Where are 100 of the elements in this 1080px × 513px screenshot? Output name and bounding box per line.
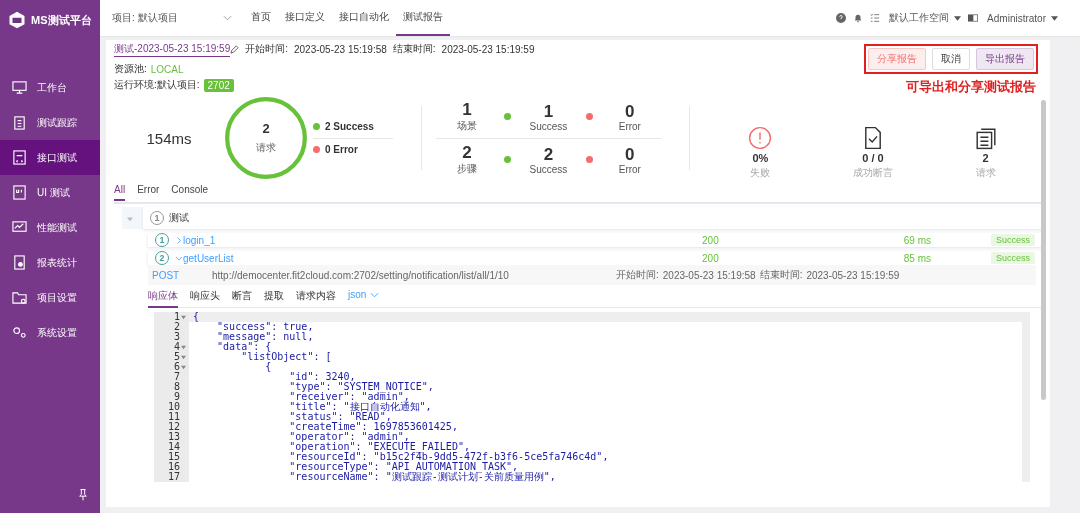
- end-time: 2023-05-23 15:19:59: [806, 269, 900, 281]
- line-number: 15: [167, 452, 180, 462]
- result-tab[interactable]: All: [114, 184, 126, 201]
- response-tab[interactable]: 响应体: [148, 289, 178, 308]
- task-list-icon[interactable]: [870, 13, 881, 23]
- code-line: "id": 3240,: [288, 372, 356, 382]
- start-time-label: 开始时间:: [245, 42, 288, 56]
- env-label: 运行环境:默认项目:: [114, 78, 200, 92]
- line-number: 7: [173, 372, 180, 382]
- code-line: "data": {: [216, 342, 272, 352]
- code-line: "type": "SYSTEM_NOTICE",: [288, 382, 434, 392]
- line-number: 3: [173, 332, 180, 342]
- chevron-icon: [370, 291, 380, 298]
- response-tab[interactable]: 请求内容: [296, 289, 336, 306]
- language-icon[interactable]: [968, 13, 979, 23]
- action-button[interactable]: 取消: [932, 48, 970, 70]
- project-select[interactable]: 项目: 默认项目: [112, 11, 232, 25]
- menu-icon: [12, 255, 27, 270]
- sidebar-item[interactable]: 报表统计: [0, 245, 100, 280]
- annotation-text: 可导出和分享测试报告: [906, 78, 1036, 96]
- count-label: 步骤: [457, 162, 478, 176]
- caret-icon: [223, 15, 232, 21]
- code-line: "resourceName": "测试跟踪-测试计划-关前质量用例",: [288, 472, 556, 482]
- sidebar-item[interactable]: UI 测试: [0, 175, 100, 210]
- line-number: 12: [167, 422, 180, 432]
- legend-text: 2 Success: [325, 121, 374, 132]
- status-code: 200: [702, 234, 719, 246]
- nav-tab[interactable]: 接口定义: [278, 0, 332, 36]
- menu-icon: [12, 185, 27, 200]
- nav-tab[interactable]: 测试报告: [396, 0, 450, 36]
- caret-icon[interactable]: [127, 216, 133, 222]
- caret-icon: [1051, 15, 1058, 21]
- metric-value: 0 / 0: [862, 152, 884, 164]
- scenario-name: 测试: [169, 211, 189, 225]
- line-number: 8: [173, 382, 180, 392]
- user-menu[interactable]: Administrator: [987, 12, 1058, 24]
- status-tag: Success: [991, 252, 1035, 264]
- request-count: 2: [262, 121, 270, 136]
- code-line: "receiver": "admin",: [288, 392, 410, 402]
- line-number: 14: [167, 442, 180, 452]
- line-number: 16: [167, 462, 180, 472]
- line-number: 9: [173, 392, 180, 402]
- response-tab[interactable]: 提取: [264, 289, 284, 306]
- sidebar-item[interactable]: 系统设置: [0, 315, 100, 350]
- sidebar-item[interactable]: 接口测试: [0, 140, 100, 175]
- line-number: 4: [173, 342, 180, 352]
- metric-label: 成功断言: [853, 166, 893, 180]
- report-name[interactable]: 测试-2023-05-23 15:19:59: [114, 41, 231, 57]
- line-number: 11: [167, 412, 180, 422]
- sidebar-item[interactable]: 性能测试: [0, 210, 100, 245]
- code-line: "message": null,: [216, 332, 314, 342]
- edit-icon[interactable]: [230, 44, 240, 54]
- end-time-label: 结束时间:: [759, 268, 803, 282]
- success-count: 2: [543, 144, 554, 164]
- nav-tab[interactable]: 首页: [244, 0, 278, 36]
- warning-icon: [748, 126, 773, 150]
- menu-icon: [12, 115, 27, 130]
- help-icon[interactable]: [836, 13, 847, 23]
- success-count: 1: [543, 101, 554, 121]
- end-time-label: 结束时间:: [392, 42, 436, 56]
- logo-icon: [8, 11, 26, 29]
- metric-label: 失败: [750, 166, 771, 180]
- env-tag: 2702: [203, 78, 234, 92]
- response-tab[interactable]: 响应头: [190, 289, 220, 306]
- error-count: 0: [625, 144, 635, 164]
- request-label: 请求: [256, 141, 276, 155]
- line-number: 5: [173, 352, 180, 362]
- menu-icon: [12, 80, 27, 95]
- chevron-icon[interactable]: [176, 236, 182, 244]
- pool-label: 资源池:: [114, 62, 147, 76]
- response-tab[interactable]: 断言: [232, 289, 252, 306]
- start-time: 2023-05-23 15:19:58: [662, 269, 756, 281]
- result-tab[interactable]: Error: [137, 184, 160, 199]
- nav-tab[interactable]: 接口自动化: [332, 0, 396, 36]
- sidebar-item[interactable]: 测试跟踪: [0, 105, 100, 140]
- status-code: 200: [702, 252, 719, 264]
- caret-icon: [954, 15, 962, 21]
- workspace-select[interactable]: 默认工作空间: [889, 11, 962, 25]
- count-value: 1: [462, 100, 472, 119]
- chevron-icon[interactable]: [176, 254, 182, 262]
- line-number: 13: [167, 432, 180, 442]
- pin-icon[interactable]: [78, 488, 88, 501]
- result-tab[interactable]: Console: [171, 184, 209, 199]
- menu-icon: [12, 220, 27, 235]
- fold-icon[interactable]: [181, 314, 186, 320]
- menu-icon: [12, 325, 27, 340]
- sidebar-item[interactable]: 工作台: [0, 70, 100, 105]
- bell-icon[interactable]: [853, 13, 864, 23]
- request-url: http://democenter.fit2cloud.com:2702/setting/notification/list/all/1/10: [212, 269, 510, 281]
- response-time: 85 ms: [903, 252, 931, 264]
- metric-value: 0%: [752, 152, 769, 164]
- copy-icon: [973, 126, 998, 150]
- success-label: Success: [529, 120, 568, 132]
- sidebar-item[interactable]: 项目设置: [0, 280, 100, 315]
- line-number: 2: [173, 322, 180, 332]
- code-line: "listObject": [: [240, 352, 332, 362]
- action-button[interactable]: 导出报告: [976, 48, 1034, 70]
- count-label: 场景: [457, 119, 478, 133]
- code-line: "title": "接口自动化通知",: [288, 402, 432, 412]
- error-label: Error: [618, 120, 641, 132]
